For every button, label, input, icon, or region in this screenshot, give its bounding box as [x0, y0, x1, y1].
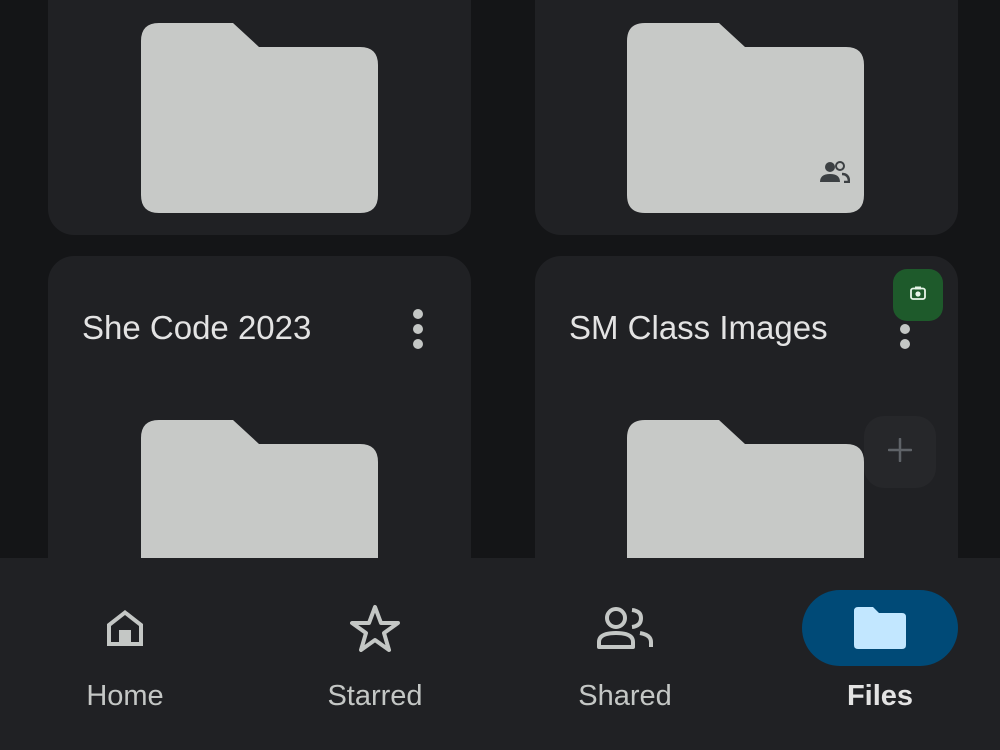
scan-fab[interactable]: [893, 269, 943, 321]
folder-title: SM Class Images: [569, 309, 828, 346]
more-options-button[interactable]: [398, 304, 438, 354]
nav-item-files[interactable]: Files: [755, 558, 1000, 750]
nav-item-shared[interactable]: Shared: [500, 558, 750, 750]
add-fab[interactable]: [864, 416, 936, 488]
folder-card[interactable]: [48, 0, 471, 235]
plus-icon: [887, 437, 913, 467]
nav-label-shared: Shared: [578, 680, 672, 712]
home-icon: [47, 590, 203, 666]
nav-item-starred[interactable]: Starred: [250, 558, 500, 750]
nav-item-home[interactable]: Home: [0, 558, 250, 750]
folder-icon: [627, 23, 864, 213]
nav-label-files: Files: [846, 680, 914, 712]
folder-icon: [141, 23, 378, 213]
nav-label-home: Home: [86, 680, 164, 712]
folder-card[interactable]: She Code 2023: [48, 256, 471, 596]
folder-title: She Code 2023: [82, 309, 312, 346]
folder-card[interactable]: [535, 0, 958, 235]
bottom-navigation: Home Starred Shared Files: [0, 558, 1000, 750]
camera-icon: [910, 286, 926, 305]
star-icon: [297, 590, 453, 666]
people-icon: [547, 590, 703, 666]
folder-icon: [802, 590, 958, 666]
shared-people-icon: [820, 161, 850, 183]
nav-label-starred: Starred: [327, 680, 423, 712]
